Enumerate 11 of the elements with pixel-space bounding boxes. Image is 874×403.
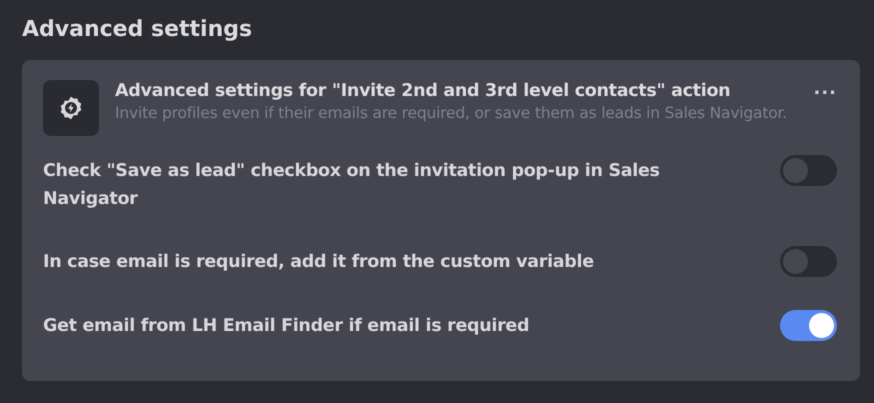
setting-label: Check "Save as lead" checkbox on the invitation pop-up in Sales Navigator bbox=[43, 160, 661, 211]
settings-icon bbox=[43, 80, 99, 136]
more-button[interactable]: ... bbox=[813, 80, 837, 98]
toggle-switch[interactable] bbox=[780, 155, 837, 186]
toggle-switch[interactable] bbox=[780, 246, 837, 277]
page-title: Advanced settings bbox=[21, 16, 254, 44]
setting-label: Get email from LH Email Finder if email is required bbox=[43, 314, 530, 338]
panel-description: Invite profiles even if their emails are required, or save them as leads in Sales Navigator. bbox=[115, 103, 788, 124]
toggle-switch[interactable] bbox=[780, 310, 837, 341]
panel-title: Advanced settings for "Invite 2nd and 3rd level contacts" action bbox=[115, 80, 730, 104]
setting-label: In case email is required, add it from the custom variable bbox=[43, 250, 594, 274]
